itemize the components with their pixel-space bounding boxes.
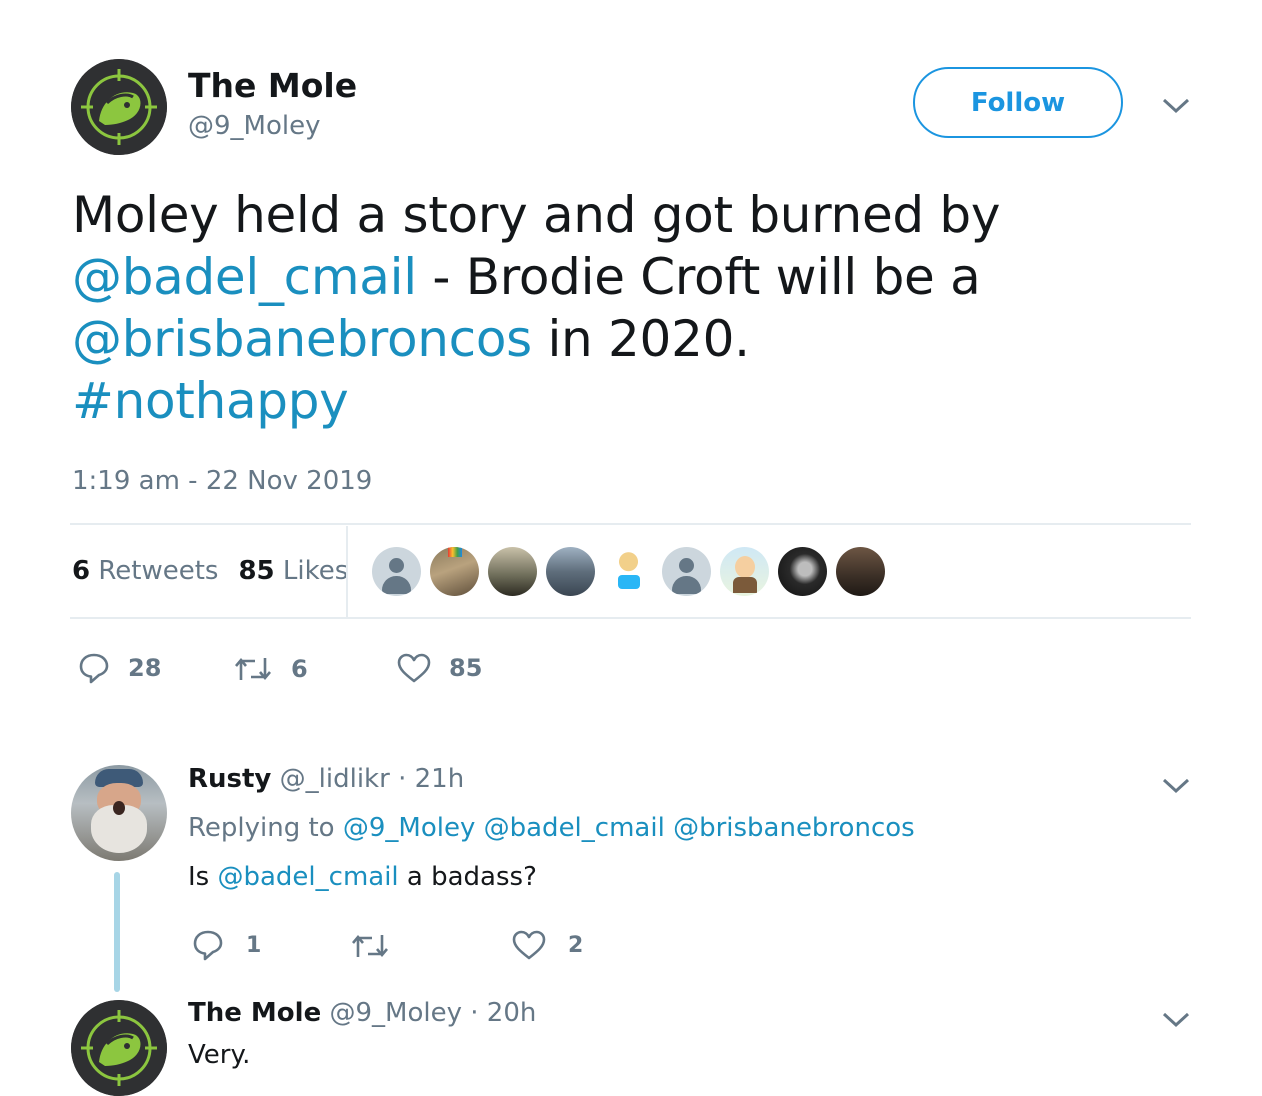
liker-avatar[interactable] (604, 547, 653, 596)
reply-header: The Mole @9_Moley · 20h (188, 998, 536, 1028)
tweet-text-part: - Brodie Croft will be a (416, 248, 981, 306)
liker-avatar[interactable] (720, 547, 769, 596)
tweet-text-part: Moley held a story and got burned by (72, 186, 1001, 244)
author-handle[interactable]: @9_Moley (188, 111, 321, 141)
like-count: 2 (568, 932, 584, 958)
reply-author-handle[interactable]: @9_Moley (329, 998, 462, 1028)
like-count: 85 (449, 654, 483, 682)
mention-link[interactable]: @brisbanebroncos (72, 310, 532, 368)
reply-author-name[interactable]: Rusty (188, 764, 271, 794)
heart-icon (512, 930, 546, 960)
reply-text-part: a badass? (406, 862, 537, 892)
mole-logo-icon (71, 59, 167, 155)
liker-avatar[interactable] (488, 547, 537, 596)
mole-logo-icon (71, 1000, 167, 1096)
replying-to-label: Replying to (188, 813, 335, 843)
tweet-stats: 6 Retweets 85 Likes (72, 556, 348, 586)
follow-button[interactable]: Follow (913, 67, 1123, 138)
reply-author-handle[interactable]: @_lidlikr (280, 764, 390, 794)
reply-icon (79, 653, 109, 684)
tweet-menu-chevron-icon[interactable] (1161, 96, 1191, 116)
reply-avatar[interactable] (71, 1000, 167, 1096)
likes-count: 85 (238, 556, 275, 586)
retweets-stat[interactable]: 6 Retweets (72, 556, 218, 586)
liker-avatar[interactable] (662, 547, 711, 596)
reply-time[interactable]: · 20h (470, 998, 536, 1028)
reply-text-part: Is (188, 862, 210, 892)
reply-avatar[interactable] (71, 765, 167, 861)
mention-link[interactable]: @badel_cmail (217, 862, 398, 892)
reply-menu-chevron-icon[interactable] (1161, 776, 1191, 796)
hashtag-link[interactable]: #nothappy (72, 372, 349, 430)
mention-link[interactable]: @brisbanebroncos (673, 813, 915, 843)
likes-stat[interactable]: 85 Likes (238, 556, 348, 586)
mention-link[interactable]: @badel_cmail (484, 813, 665, 843)
liker-avatar[interactable] (836, 547, 885, 596)
divider (346, 526, 348, 618)
reply-header: Rusty @_lidlikr · 21h (188, 764, 464, 794)
liker-avatar[interactable] (372, 547, 421, 596)
reply-author-name[interactable]: The Mole (188, 998, 321, 1028)
tweet-timestamp[interactable]: 1:19 am - 22 Nov 2019 (72, 466, 372, 496)
tweet-text: Moley held a story and got burned by @ba… (72, 184, 1182, 432)
retweet-button[interactable]: 6 (233, 655, 308, 683)
reply-button[interactable]: 28 (78, 652, 161, 684)
thread-connector (114, 872, 120, 992)
liker-avatar[interactable] (778, 547, 827, 596)
retweet-icon (352, 934, 388, 958)
author-avatar[interactable] (71, 59, 167, 155)
reply-count: 1 (246, 932, 262, 958)
mention-link[interactable]: @9_Moley (343, 813, 476, 843)
reply-count: 28 (128, 654, 162, 682)
tweet-text-part: in 2020. (531, 310, 750, 368)
author-name[interactable]: The Mole (188, 66, 357, 105)
retweet-button[interactable] (350, 932, 408, 960)
like-button[interactable]: 85 (397, 653, 482, 683)
retweet-count: 6 (291, 655, 308, 683)
retweets-label: Retweets (98, 556, 219, 586)
mention-link[interactable]: @badel_cmail (72, 248, 417, 306)
reply-icon (193, 930, 223, 961)
replying-to: Replying to @9_Moley @badel_cmail @brisb… (188, 813, 915, 843)
like-button[interactable]: 2 (512, 930, 583, 960)
liker-avatar[interactable] (430, 547, 479, 596)
retweets-count: 6 (72, 556, 91, 586)
likes-label: Likes (282, 556, 349, 586)
reply-button[interactable]: 1 (192, 929, 261, 961)
divider (70, 617, 1191, 619)
heart-icon (397, 653, 431, 683)
reply-menu-chevron-icon[interactable] (1161, 1010, 1191, 1030)
retweet-icon (235, 657, 271, 681)
divider (70, 523, 1191, 525)
liker-avatar[interactable] (546, 547, 595, 596)
reply-text: Very. (188, 1040, 251, 1070)
reply-text: Is @badel_cmail a badass? (188, 862, 537, 892)
reply-time[interactable]: · 21h (398, 764, 464, 794)
